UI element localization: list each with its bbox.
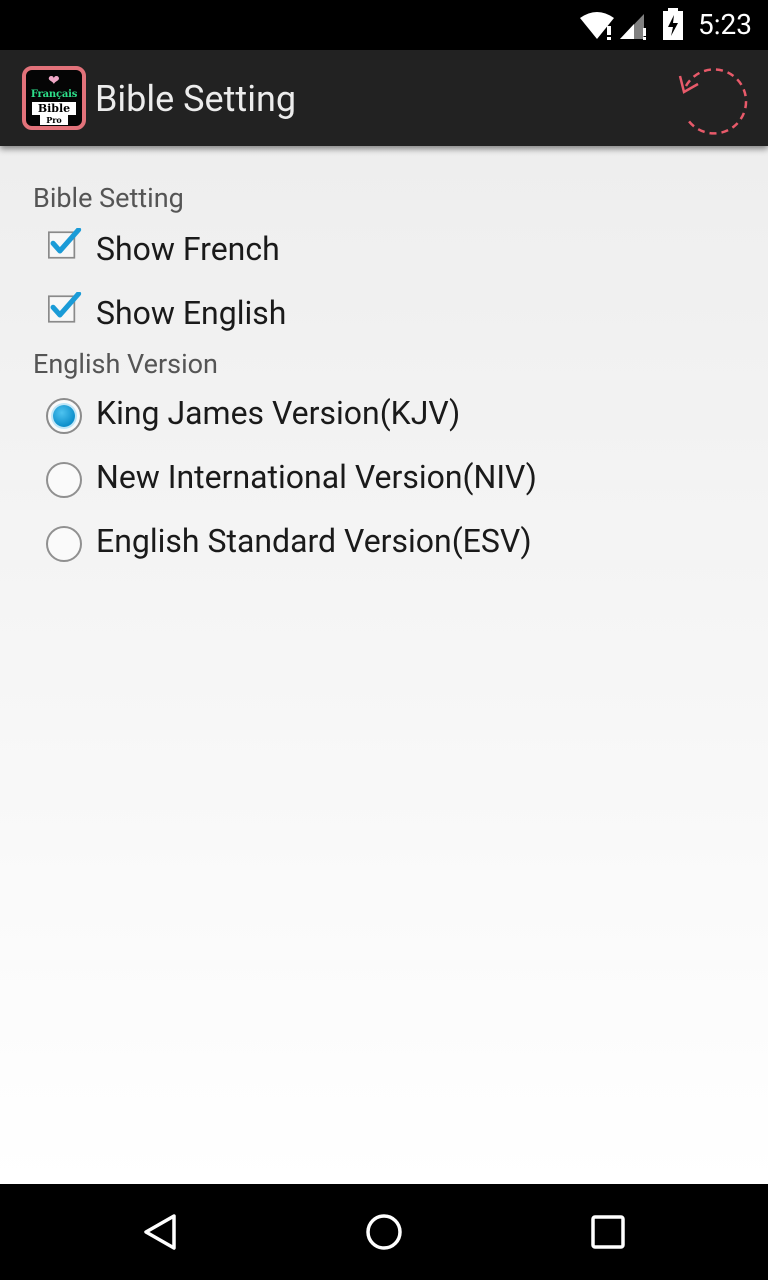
section-header-english-version: English Version	[33, 348, 218, 380]
status-time: 5:23	[698, 8, 752, 41]
navigation-bar	[0, 1184, 768, 1280]
refresh-icon[interactable]	[672, 62, 756, 146]
niv-label: New International Version(NIV)	[96, 458, 537, 496]
settings-content: Bible Setting Show French Show English E…	[0, 146, 768, 1184]
signal-icon	[620, 14, 646, 40]
page-title: Bible Setting	[95, 78, 297, 120]
app-icon-text-pro: Pro	[40, 115, 68, 125]
esv-label: English Standard Version(ESV)	[96, 522, 532, 560]
back-icon[interactable]	[140, 1212, 180, 1252]
show-english-checkbox[interactable]	[48, 292, 82, 326]
show-english-row[interactable]: Show English	[30, 284, 750, 344]
wifi-icon	[580, 12, 614, 40]
heart-icon: ❤	[48, 73, 60, 89]
recents-icon[interactable]	[590, 1214, 626, 1250]
app-icon[interactable]: ❤ Français Bible Pro	[22, 66, 86, 130]
kjv-label: King James Version(KJV)	[96, 394, 461, 432]
kjv-radio[interactable]	[46, 398, 82, 434]
status-bar: 5:23	[0, 0, 768, 50]
show-french-label: Show French	[96, 230, 280, 268]
option-kjv-row[interactable]: King James Version(KJV)	[30, 384, 750, 444]
niv-radio[interactable]	[46, 462, 82, 498]
app-icon-text-francais: Français	[30, 89, 78, 100]
home-icon[interactable]	[364, 1212, 404, 1252]
esv-radio[interactable]	[46, 526, 82, 562]
section-header-bible-setting: Bible Setting	[33, 182, 184, 214]
option-niv-row[interactable]: New International Version(NIV)	[30, 448, 750, 508]
battery-charging-icon	[663, 8, 683, 40]
option-esv-row[interactable]: English Standard Version(ESV)	[30, 512, 750, 572]
show-french-row[interactable]: Show French	[30, 220, 750, 280]
show-english-label: Show English	[96, 294, 287, 332]
show-french-checkbox[interactable]	[48, 228, 82, 262]
action-bar: ❤ Français Bible Pro Bible Setting	[0, 50, 768, 146]
app-icon-text-bible: Bible	[32, 102, 76, 115]
